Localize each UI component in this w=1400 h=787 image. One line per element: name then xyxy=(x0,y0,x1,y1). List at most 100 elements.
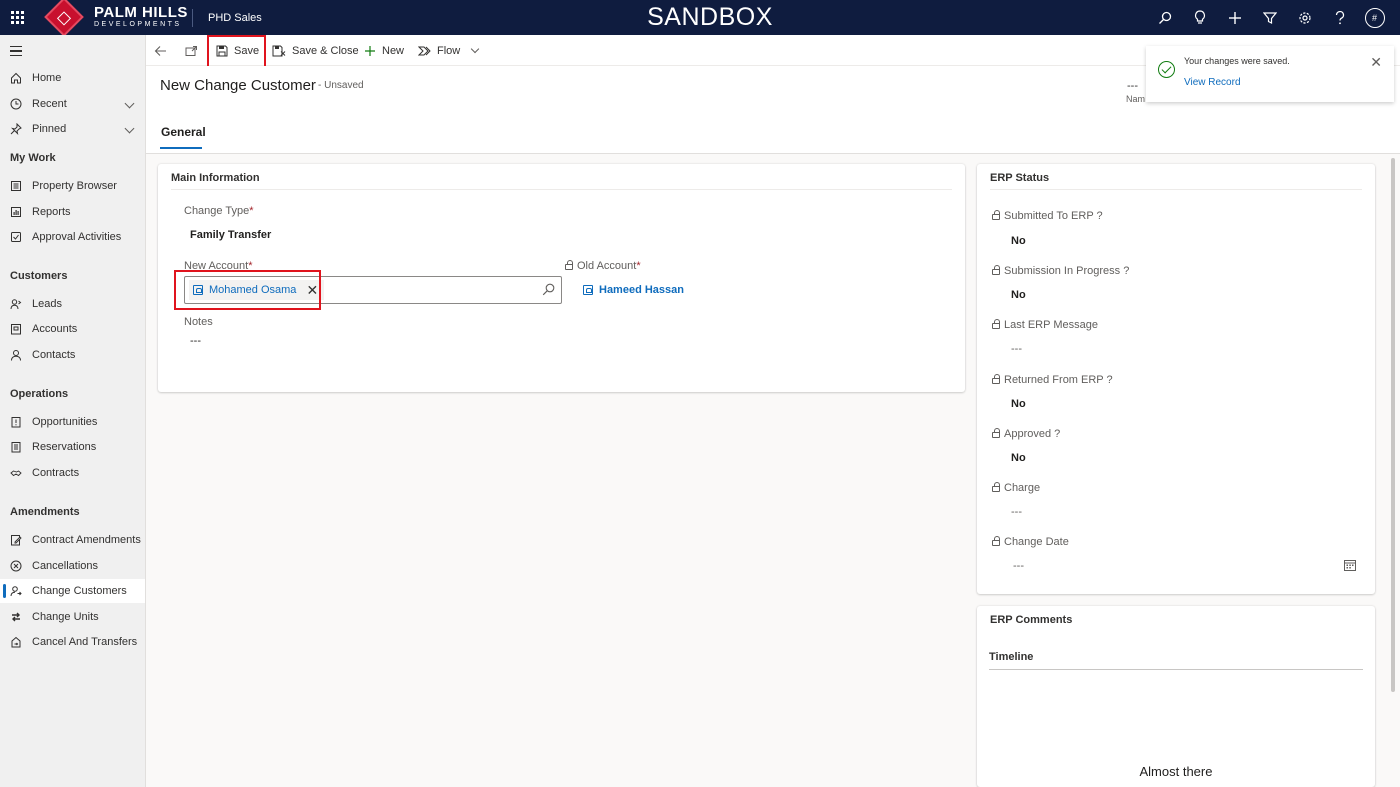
save-and-close-button[interactable]: Save & Close xyxy=(272,35,359,66)
top-bar: PALM HILLS DEVELOPMENTS PHD Sales SANDBO… xyxy=(0,0,1400,37)
change-date-label: Change Date xyxy=(992,536,1069,548)
scrollbar[interactable] xyxy=(1391,158,1395,692)
change-customer-icon xyxy=(10,585,22,597)
reservation-icon xyxy=(10,441,22,453)
edit-document-icon xyxy=(10,534,22,546)
sidebar-item-label: Home xyxy=(32,72,62,84)
sidebar-item-recent[interactable]: Recent xyxy=(0,92,145,116)
approved-value: No xyxy=(1011,452,1026,464)
sidebar-item-reservations[interactable]: Reservations xyxy=(0,435,145,459)
old-account-value[interactable]: Hameed Hassan xyxy=(583,284,684,296)
change-date-value: --- xyxy=(1013,560,1024,572)
opportunity-icon xyxy=(10,416,22,428)
new-button[interactable]: New xyxy=(364,35,404,66)
contact-icon xyxy=(10,349,22,361)
swap-icon xyxy=(10,611,22,623)
lock-icon xyxy=(992,265,1000,275)
report-icon xyxy=(10,206,22,218)
user-avatar[interactable]: # xyxy=(1357,0,1392,35)
lock-icon xyxy=(992,536,1000,546)
calendar-icon[interactable] xyxy=(1344,559,1356,574)
lock-icon xyxy=(992,374,1000,384)
erp-comments-section: ERP Comments Timeline xyxy=(977,606,1375,787)
sidebar-item-label: Cancel And Transfers xyxy=(32,636,138,648)
page-title: New Change Customer xyxy=(160,77,316,94)
change-type-label: Change Type* xyxy=(184,205,254,217)
accounts-icon xyxy=(10,323,22,335)
save-close-icon xyxy=(272,45,286,56)
sidebar-item-approval-activities[interactable]: Approval Activities xyxy=(0,225,145,249)
home-icon xyxy=(10,72,22,84)
view-record-link[interactable]: View Record xyxy=(1184,77,1241,88)
approval-icon xyxy=(10,231,22,243)
toast-message: Your changes were saved. xyxy=(1184,56,1290,66)
sidebar-item-opportunities[interactable]: Opportunities xyxy=(0,410,145,434)
lock-icon xyxy=(992,428,1000,438)
search-icon[interactable] xyxy=(542,283,555,299)
sidebar-item-label: Pinned xyxy=(32,123,67,135)
notes-value[interactable]: --- xyxy=(190,335,201,347)
change-type-value[interactable]: Family Transfer xyxy=(190,229,271,241)
sidebar-item-cancellations[interactable]: Cancellations xyxy=(0,554,145,578)
hamburger-menu-icon[interactable] xyxy=(10,46,22,56)
sidebar-item-reports[interactable]: Reports xyxy=(0,200,145,224)
account-record-icon xyxy=(583,285,593,295)
gear-icon[interactable] xyxy=(1287,0,1322,35)
transfer-icon xyxy=(10,636,22,648)
chevron-down-icon[interactable] xyxy=(124,98,135,109)
checkmark-circle-icon xyxy=(1158,61,1175,78)
open-in-new-window-button[interactable] xyxy=(185,35,198,66)
filter-icon[interactable] xyxy=(1252,0,1287,35)
back-button[interactable] xyxy=(154,35,167,66)
header-field-value: --- xyxy=(1127,80,1138,92)
arrow-left-icon xyxy=(154,45,166,56)
sidebar-item-cancel-and-transfers[interactable]: Cancel And Transfers xyxy=(0,630,145,654)
help-icon[interactable] xyxy=(1322,0,1357,35)
timeline-title: Timeline xyxy=(989,651,1034,663)
nav-group-operations: Operations xyxy=(10,388,69,400)
lightbulb-icon[interactable] xyxy=(1182,0,1217,35)
loading-text: Almost there xyxy=(1139,764,1213,779)
sidebar-item-pinned[interactable]: Pinned xyxy=(0,117,145,141)
submitted-to-erp-label: Submitted To ERP ? xyxy=(992,210,1103,222)
section-title: Main Information xyxy=(171,172,260,184)
section-title: ERP Comments xyxy=(990,614,1073,626)
lock-icon xyxy=(992,482,1000,492)
sidebar-item-contracts[interactable]: Contracts xyxy=(0,461,145,485)
notes-label: Notes xyxy=(184,316,213,328)
last-erp-message-label: Last ERP Message xyxy=(992,319,1098,331)
nav-group-my-work: My Work xyxy=(10,152,56,164)
save-status: - Unsaved xyxy=(318,80,364,91)
sidebar-item-change-customers[interactable]: Change Customers xyxy=(0,579,145,603)
sidebar-item-label: Change Units xyxy=(32,611,99,623)
sidebar-item-label: Opportunities xyxy=(32,416,98,428)
sidebar-item-contract-amendments[interactable]: Contract Amendments xyxy=(0,528,145,552)
sidebar-item-label: Approval Activities xyxy=(32,231,122,243)
sidebar-item-property-browser[interactable]: Property Browser xyxy=(0,174,145,198)
close-icon[interactable]: ✕ xyxy=(1370,54,1382,71)
save-notification-toast: Your changes were saved. View Record ✕ xyxy=(1146,46,1394,102)
sidebar-item-contacts[interactable]: Contacts xyxy=(0,343,145,367)
sidebar-item-home[interactable]: Home xyxy=(0,66,145,90)
plus-icon[interactable] xyxy=(1217,0,1252,35)
returned-from-erp-label: Returned From ERP ? xyxy=(992,374,1113,386)
sidebar-item-label: Reservations xyxy=(32,441,97,453)
charge-value: --- xyxy=(1011,506,1022,518)
submission-in-progress-label: Submission In Progress ? xyxy=(992,265,1129,277)
returned-from-erp-value: No xyxy=(1011,398,1026,410)
sidebar-item-leads[interactable]: Leads xyxy=(0,292,145,316)
sidebar-item-label: Cancellations xyxy=(32,560,99,572)
tab-general[interactable]: General xyxy=(161,125,206,139)
plus-icon xyxy=(365,45,375,56)
chevron-down-icon[interactable] xyxy=(470,44,480,53)
sidebar-item-label: Contacts xyxy=(32,349,76,361)
search-icon[interactable] xyxy=(1147,0,1182,35)
leads-icon xyxy=(10,298,22,310)
save-button-highlight xyxy=(207,35,266,70)
property-icon xyxy=(10,180,22,192)
flow-button[interactable]: Flow xyxy=(418,35,480,66)
sidebar-item-change-units[interactable]: Change Units xyxy=(0,605,145,629)
sidebar-item-accounts[interactable]: Accounts xyxy=(0,317,145,341)
chevron-down-icon[interactable] xyxy=(124,123,135,134)
sidebar-item-label: Property Browser xyxy=(32,180,117,192)
